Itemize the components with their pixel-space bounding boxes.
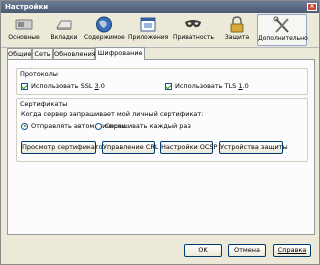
radio-ask-every-time[interactable]: Спрашивать каждый раз (95, 122, 191, 131)
globe-icon (96, 16, 112, 33)
view-certificates-button[interactable]: Просмотр сертификатов (21, 141, 106, 154)
certificates-group: Сертификаты Когда сервер запрашивает мой… (16, 98, 308, 162)
mask-icon (185, 20, 201, 28)
certificates-title: Сертификаты (20, 100, 68, 108)
certificate-prompt: Когда сервер запрашивает мой личный серт… (21, 110, 204, 118)
encryption-panel: Протоколы Использовать SSL 3.0 Использов… (7, 59, 315, 235)
protocols-title: Протоколы (20, 70, 58, 78)
toolbar-advanced[interactable]: Дополнительно (257, 14, 308, 46)
toolbar-security[interactable]: Защита (217, 14, 257, 46)
toolbar-label: Вкладки (50, 34, 78, 41)
tab-encryption[interactable]: Шифрование (95, 47, 145, 60)
toolbar-main[interactable]: Основные (4, 14, 44, 46)
ssl-checkbox[interactable]: Использовать SSL 3.0 (21, 82, 105, 91)
applications-icon (140, 17, 156, 32)
toolbar-label: Приложения (128, 34, 169, 41)
toolbar-label: Основные (8, 34, 40, 41)
tls-checkbox-box[interactable] (165, 82, 172, 90)
radio-auto-dot[interactable] (21, 122, 28, 130)
ok-button[interactable]: OK (184, 244, 222, 257)
ssl-checkbox-box[interactable] (21, 82, 28, 90)
preferences-toolbar: Основные Вкладки Содержимое Приложения П… (1, 13, 319, 48)
radio-ask-label: Спрашивать каждый раз (105, 122, 191, 130)
tab-general[interactable]: Общие (7, 48, 32, 59)
tabs-icon (56, 20, 72, 30)
cancel-button[interactable]: Отмена (228, 244, 266, 257)
title-bar: Настройки × (1, 1, 319, 13)
security-devices-button[interactable]: Устройства защиты (219, 141, 288, 154)
switch-icon (15, 19, 33, 30)
ssl-label: Использовать SSL (31, 82, 95, 90)
ssl-label-post: .0 (98, 82, 105, 90)
tls-checkbox[interactable]: Использовать TLS 1.0 (165, 82, 249, 91)
toolbar-applications[interactable]: Приложения (128, 14, 168, 46)
toolbar-content[interactable]: Содержимое (84, 14, 125, 46)
toolbar-label: Защита (224, 34, 250, 41)
ocsp-settings-button[interactable]: Настройки OCSP (160, 141, 217, 154)
tls-label-post: .0 (242, 82, 249, 90)
toolbar-label: Содержимое (84, 34, 125, 41)
window-title: Настройки (5, 3, 49, 11)
help-button[interactable]: Справка (273, 244, 311, 257)
lock-icon (230, 16, 244, 33)
toolbar-label: Приватность (173, 34, 214, 41)
tab-network[interactable]: Сеть (32, 48, 53, 59)
close-button[interactable]: × (307, 3, 317, 11)
radio-ask-dot[interactable] (95, 122, 102, 130)
tools-icon (273, 16, 289, 33)
toolbar-label: Дополнительно (258, 35, 308, 42)
tab-updates[interactable]: Обновления (53, 48, 96, 59)
manage-crl-button[interactable]: Управление CRL (102, 141, 159, 154)
tls-label: Использовать TLS (175, 82, 239, 90)
protocols-group: Протоколы Использовать SSL 3.0 Использов… (16, 68, 308, 95)
preferences-window: Настройки × Основные Вкладки Содержимое (0, 0, 320, 265)
toolbar-tabs[interactable]: Вкладки (44, 14, 84, 46)
toolbar-privacy[interactable]: Приватность (173, 14, 214, 46)
